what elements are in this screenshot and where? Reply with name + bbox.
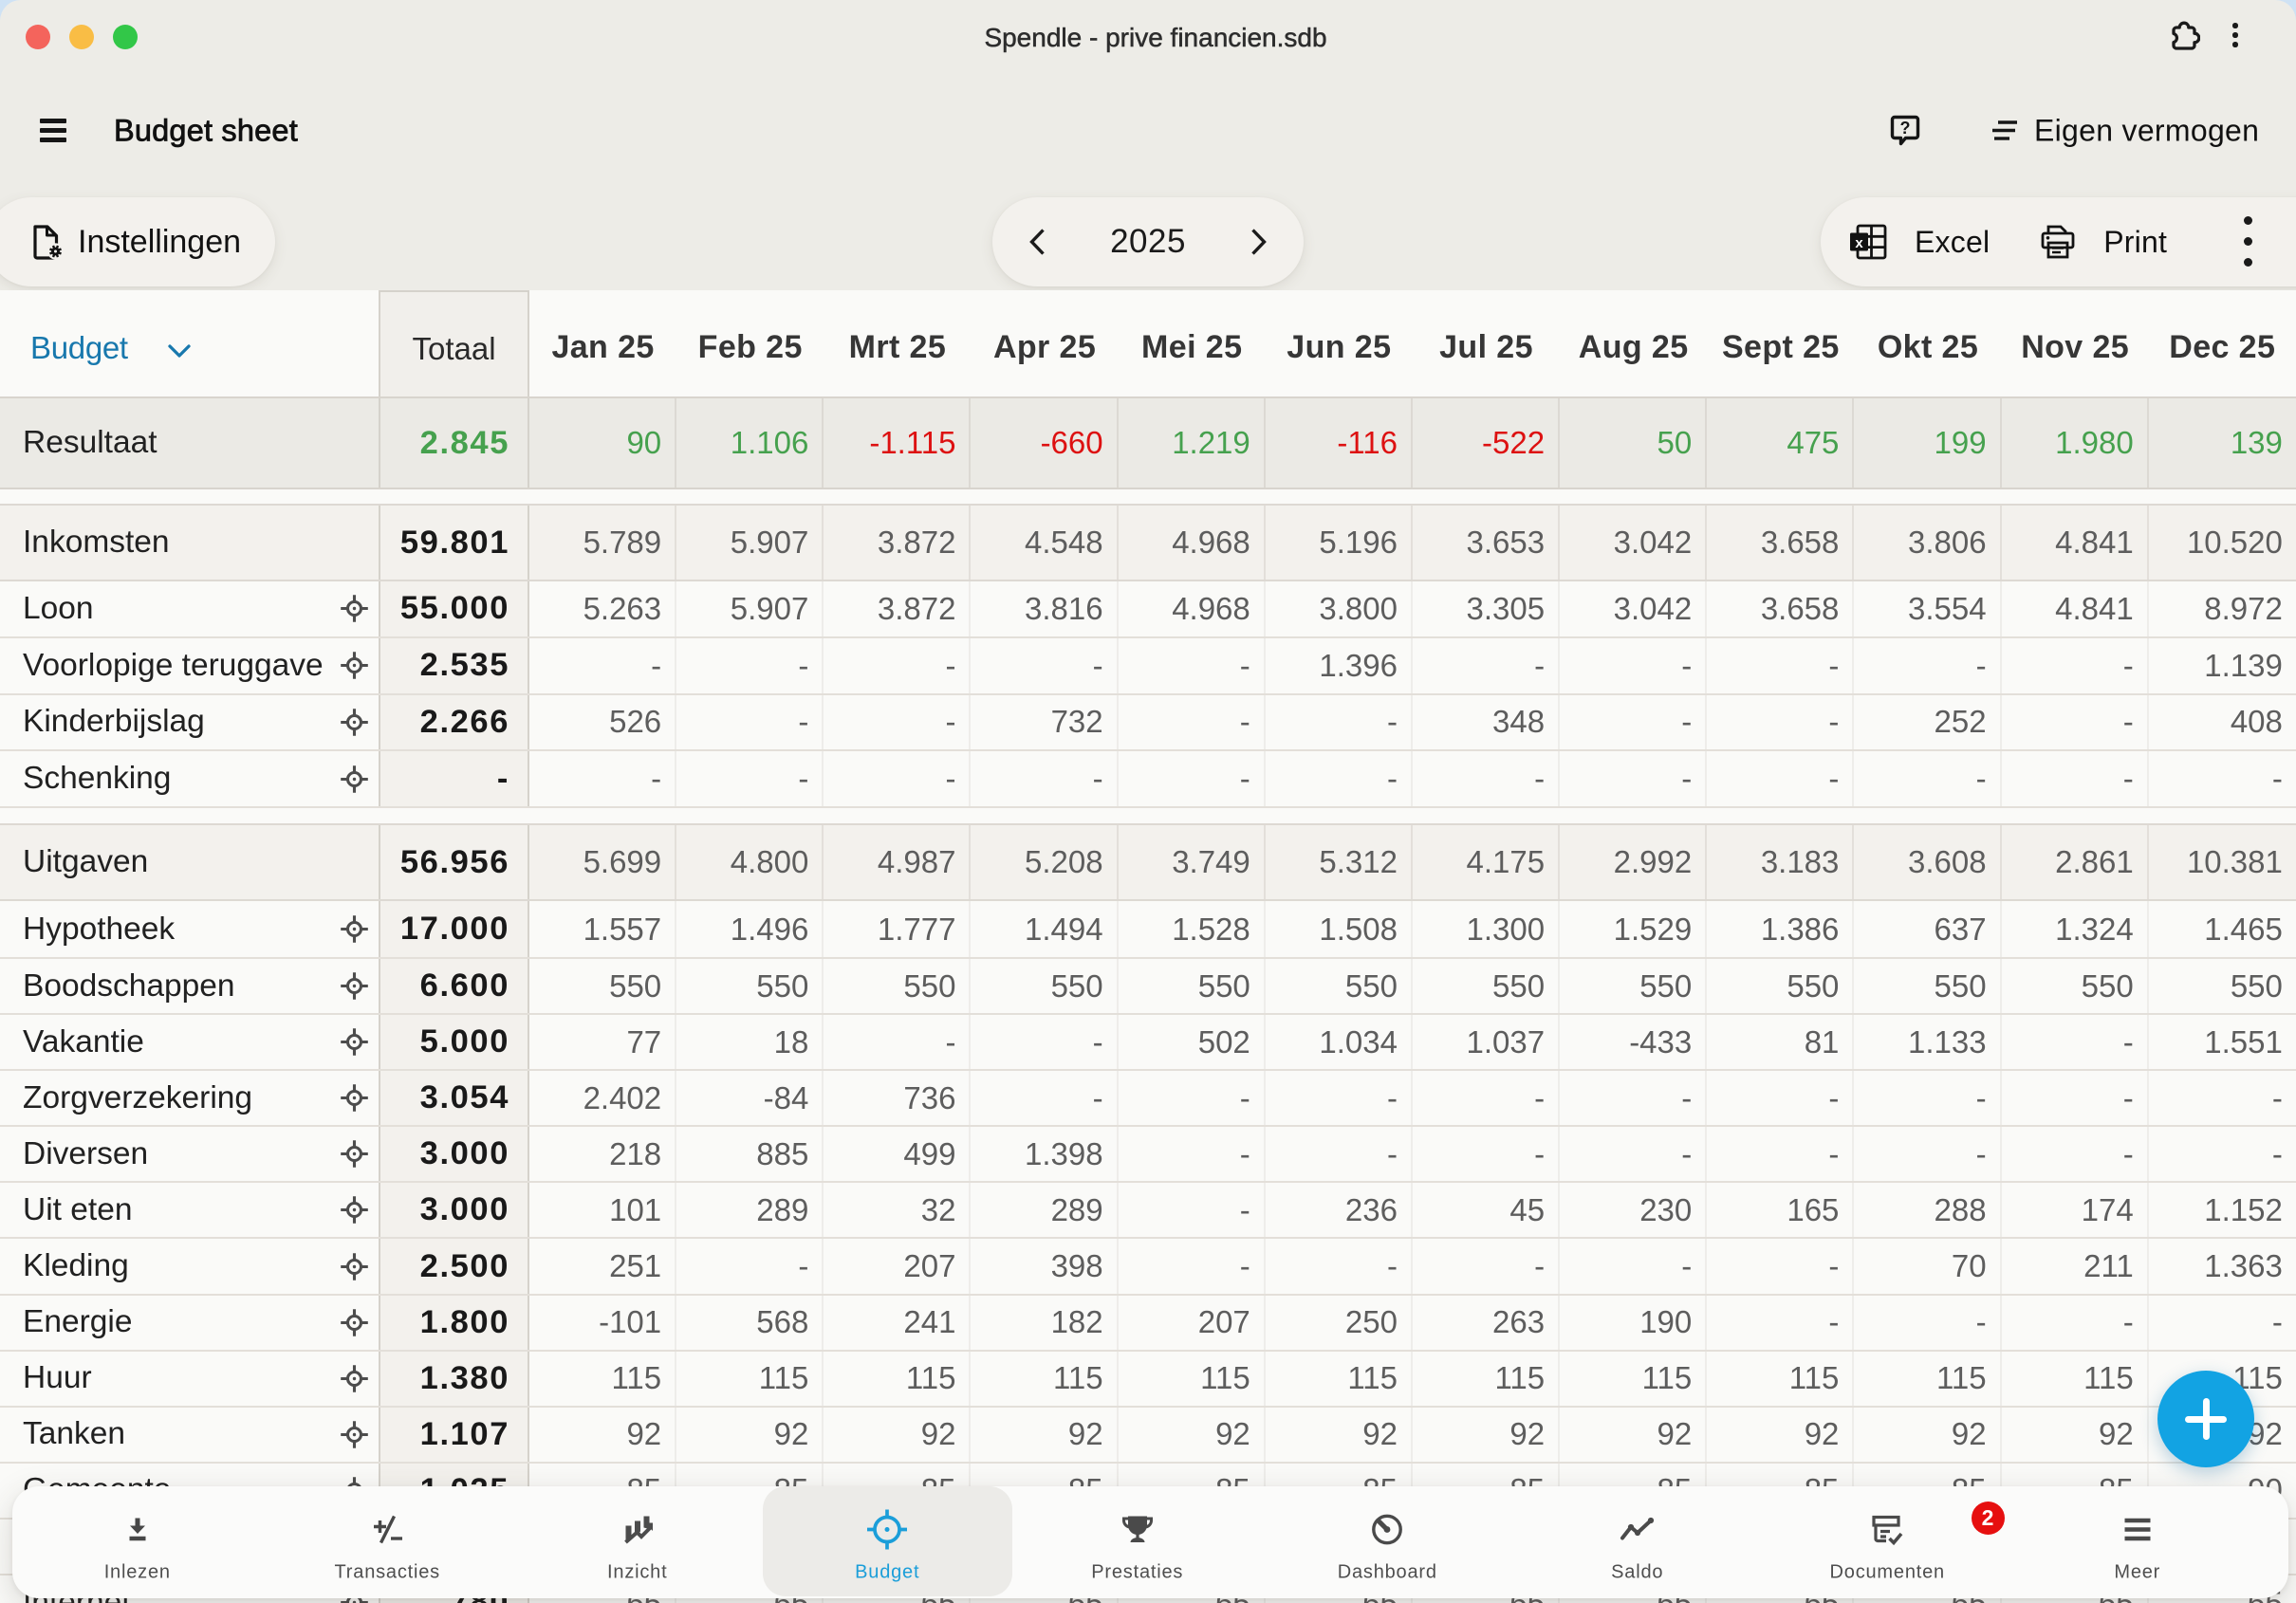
svg-text:?: ? [1900,119,1911,138]
svg-text:x: x [1855,235,1863,251]
